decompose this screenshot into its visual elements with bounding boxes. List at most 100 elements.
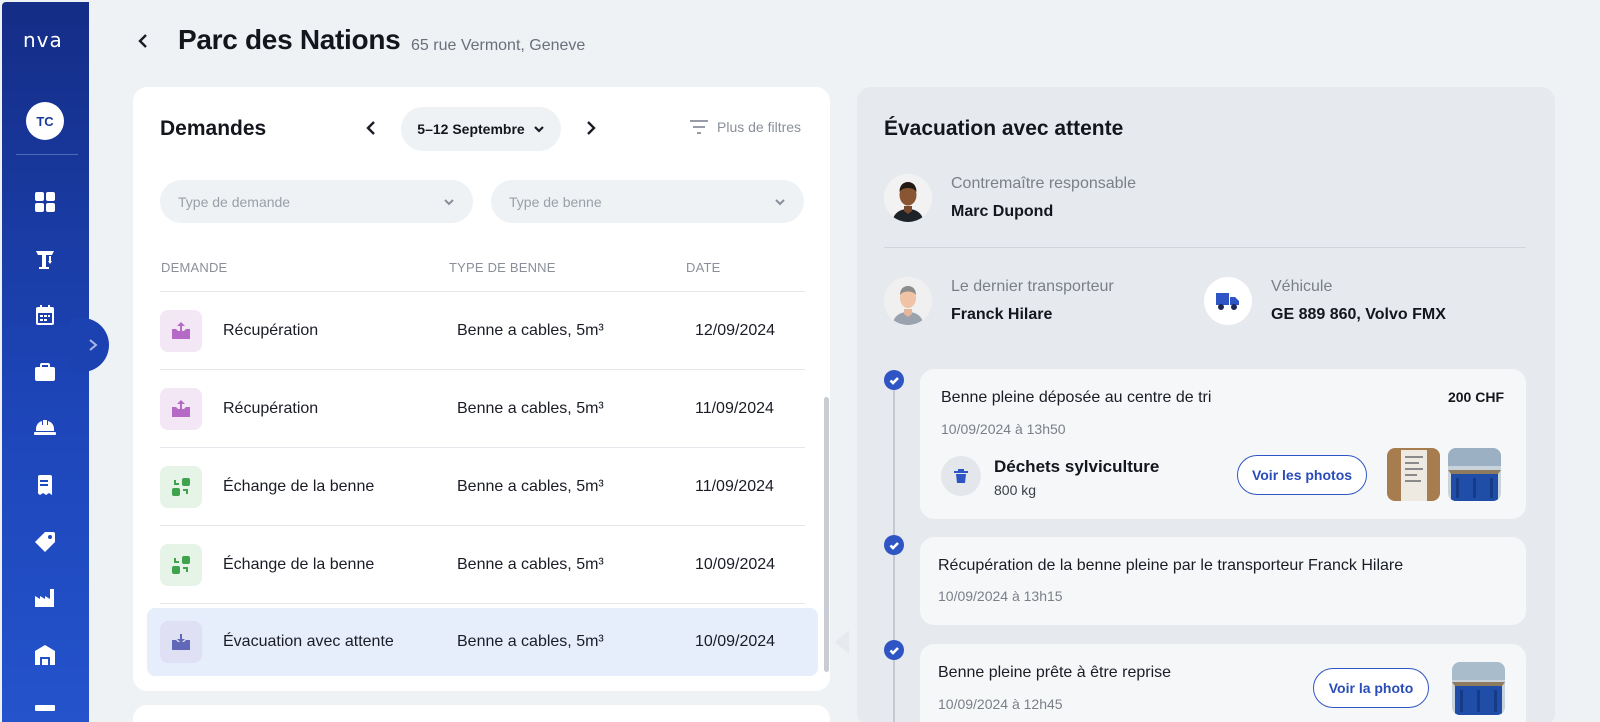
- sidebar-expand-button[interactable]: [70, 318, 109, 372]
- event-time: 10/09/2024 à 13h15: [938, 588, 1063, 604]
- request-detail-panel: Évacuation avec attente Contremaître res…: [857, 87, 1555, 722]
- detail-title: Évacuation avec attente: [884, 117, 1124, 140]
- next-week-button[interactable]: [580, 117, 602, 139]
- vehicle-label: Véhicule: [1271, 278, 1333, 295]
- truck-icon: [1204, 277, 1252, 325]
- event-time: 10/09/2024 à 13h50: [941, 421, 1066, 437]
- carrier-info: Le dernier transporteur Franck Hilare: [884, 277, 1114, 325]
- table-row[interactable]: Récupération Benne a cables, 5m³ 12/09/2…: [160, 292, 805, 370]
- warehouse-icon[interactable]: [32, 642, 58, 668]
- view-photo-button[interactable]: Voir la photo: [1313, 668, 1429, 708]
- request-date: 11/09/2024: [695, 399, 774, 417]
- price-tag-icon[interactable]: [32, 529, 58, 555]
- waste-quantity: 800 kg: [994, 482, 1037, 498]
- pickup-icon: [160, 387, 202, 430]
- event-time: 10/09/2024 à 12h45: [938, 696, 1063, 712]
- request-name: Récupération: [223, 321, 319, 339]
- crane-icon[interactable]: [32, 246, 58, 272]
- filter-icon: [690, 120, 708, 134]
- chevron-down-icon: [775, 198, 785, 205]
- week-selector[interactable]: 5–12 Septembre: [401, 107, 561, 151]
- requests-scrollbar[interactable]: [824, 397, 829, 672]
- request-name: Échange de la benne: [223, 477, 375, 495]
- nva-logo[interactable]: nva: [23, 28, 63, 52]
- request-type-placeholder: Type de demande: [178, 193, 291, 210]
- bin-photo-thumbnail[interactable]: [1452, 662, 1505, 715]
- bin-type: Benne a cables, 5m³: [457, 399, 604, 417]
- carrier-avatar[interactable]: [884, 277, 932, 325]
- more-filters-button[interactable]: Plus de filtres: [689, 118, 801, 136]
- waste-name: Déchets sylviculture: [994, 457, 1160, 476]
- trash-icon: [941, 456, 981, 496]
- timeline-event: Récupération de la benne pleine par le t…: [920, 537, 1526, 625]
- request-date: 10/09/2024: [695, 633, 776, 650]
- bin-type-placeholder: Type de benne: [509, 193, 602, 210]
- chevron-left-icon: [366, 121, 375, 135]
- request-name: Récupération: [223, 399, 319, 417]
- pickup-icon: [160, 309, 202, 352]
- foreman-avatar[interactable]: [884, 174, 932, 222]
- bin-type-select[interactable]: Type de benne: [491, 180, 804, 223]
- carrier-label: Le dernier transporteur: [951, 278, 1114, 295]
- dashboard-grid-icon[interactable]: [32, 189, 58, 215]
- request-date: 10/09/2024: [695, 555, 776, 573]
- detail-divider: [884, 247, 1526, 248]
- view-photos-button[interactable]: Voir les photos: [1237, 455, 1367, 495]
- secondary-card: [133, 705, 830, 722]
- request-name: Évacuation avec attente: [223, 633, 394, 650]
- chevron-left-icon: [138, 34, 147, 48]
- bin-type: Benne a cables, 5m³: [457, 555, 604, 573]
- exchange-icon: [160, 543, 202, 586]
- table-row[interactable]: Récupération Benne a cables, 5m³ 11/09/2…: [160, 370, 805, 448]
- foreman-name: Marc Dupond: [951, 203, 1054, 220]
- vehicle-info: Véhicule GE 889 860, Volvo FMX: [1204, 277, 1446, 325]
- requests-title: Demandes: [160, 117, 267, 140]
- check-icon: [884, 370, 904, 390]
- bin-type: Benne a cables, 5m³: [457, 321, 604, 339]
- carrier-name: Franck Hilare: [951, 306, 1053, 323]
- receipt-photo-thumbnail[interactable]: [1387, 448, 1440, 501]
- calendar-icon[interactable]: [32, 302, 58, 328]
- more-nav-icon[interactable]: [32, 698, 58, 722]
- receipt-icon[interactable]: [32, 472, 58, 498]
- selection-pointer: [835, 630, 849, 654]
- chevron-down-icon: [444, 198, 454, 205]
- event-price: 200 CHF: [1447, 389, 1504, 405]
- request-type-select[interactable]: Type de demande: [160, 180, 473, 223]
- more-filters-label: Plus de filtres: [717, 119, 802, 135]
- foreman-info: Contremaître responsable Marc Dupond: [884, 174, 1136, 222]
- briefcase-icon[interactable]: [32, 359, 58, 385]
- factory-icon[interactable]: [32, 585, 58, 611]
- back-button[interactable]: [132, 30, 154, 52]
- table-row-selected[interactable]: Évacuation avec attente Benne a cables, …: [147, 608, 818, 676]
- event-title: Benne pleine déposée au centre de tri: [941, 389, 1212, 406]
- timeline-event: Benne pleine déposée au centre de tri 20…: [920, 369, 1526, 519]
- check-icon: [884, 535, 904, 555]
- week-label: 5–12 Septembre: [417, 121, 525, 137]
- column-header-date[interactable]: DATE: [686, 260, 721, 275]
- chevron-right-icon: [587, 121, 596, 135]
- foreman-label: Contremaître responsable: [951, 175, 1136, 192]
- evacuation-icon: [160, 621, 202, 663]
- page-title: Parc des Nations: [178, 24, 401, 55]
- previous-week-button[interactable]: [360, 117, 382, 139]
- table-row[interactable]: Échange de la benne Benne a cables, 5m³ …: [160, 448, 805, 526]
- event-title: Récupération de la benne pleine par le t…: [938, 557, 1404, 574]
- request-name: Échange de la benne: [223, 555, 375, 573]
- column-header-bin-type[interactable]: TYPE DE BENNE: [449, 260, 556, 275]
- hard-hat-icon[interactable]: [32, 415, 58, 441]
- site-address: 65 rue Vermont, Geneve: [411, 37, 586, 54]
- exchange-icon: [160, 465, 202, 508]
- bin-type: Benne a cables, 5m³: [457, 477, 604, 495]
- chevron-down-icon: [533, 126, 544, 133]
- requests-card: Demandes 5–12 Septembre Plus de filtres …: [133, 87, 830, 691]
- timeline-event: Benne pleine prête à être reprise 10/09/…: [920, 644, 1526, 722]
- table-row[interactable]: Échange de la benne Benne a cables, 5m³ …: [160, 526, 805, 604]
- user-avatar[interactable]: TC: [26, 102, 64, 140]
- event-title: Benne pleine prête à être reprise: [938, 664, 1172, 681]
- request-date: 11/09/2024: [695, 477, 774, 495]
- column-header-request[interactable]: DEMANDE: [161, 260, 227, 275]
- sidebar-divider: [16, 154, 78, 155]
- chevron-right-icon: [88, 339, 98, 351]
- bin-photo-thumbnail[interactable]: [1448, 448, 1501, 501]
